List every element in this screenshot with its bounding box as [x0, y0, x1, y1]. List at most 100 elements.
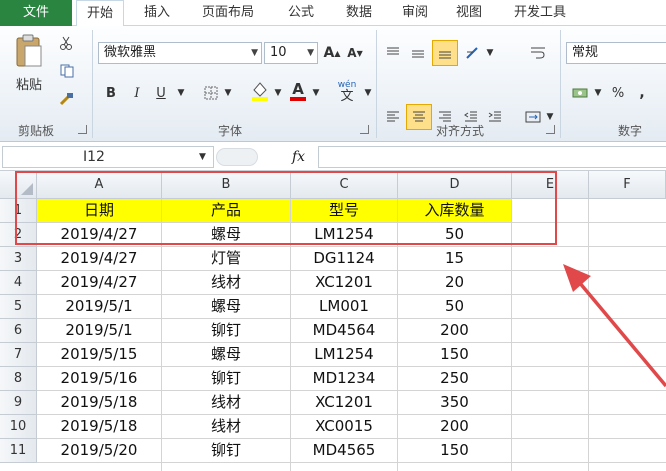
tab-data[interactable]: 数据 [334, 0, 384, 26]
tab-view[interactable]: 视图 [446, 0, 492, 26]
row-header-10[interactable]: 10 [0, 415, 37, 439]
quantity-cell[interactable]: 150 [398, 343, 511, 366]
tab-file[interactable]: 文件 [0, 0, 72, 26]
font-color-button[interactable]: A [288, 78, 308, 104]
quantity-cell[interactable]: 50 [398, 295, 511, 318]
formula-input[interactable] [318, 146, 666, 168]
quantity-cell[interactable]: 200 [398, 415, 511, 438]
date-cell[interactable]: 2019/5/15 [37, 343, 161, 366]
tab-insert[interactable]: 插入 [132, 0, 182, 26]
date-cell[interactable]: 2019/5/16 [37, 367, 161, 390]
paste-icon[interactable] [8, 32, 50, 72]
grow-font-button[interactable]: A ▲ [322, 42, 342, 64]
insert-function-button[interactable]: fx [292, 146, 316, 168]
cut-icon[interactable] [56, 34, 76, 52]
product-cell[interactable]: 灯管 [162, 247, 290, 270]
model-cell[interactable]: LM1254 [291, 343, 397, 366]
tab-page-layout[interactable]: 页面布局 [190, 0, 266, 26]
align-middle-icon[interactable] [407, 42, 429, 64]
row-header-7[interactable]: 7 [0, 343, 37, 367]
borders-icon[interactable] [200, 82, 222, 104]
align-bottom-icon[interactable] [432, 40, 458, 66]
model-cell[interactable]: XC1201 [291, 271, 397, 294]
chevron-down-icon[interactable]: ▼ [222, 82, 234, 104]
font-name-dropdown[interactable]: 微软雅黑 ▼ [98, 42, 262, 64]
product-cell[interactable]: 螺母 [162, 295, 290, 318]
model-cell[interactable]: LM001 [291, 295, 397, 318]
alignment-launcher-icon[interactable] [546, 125, 555, 134]
merge-center-icon[interactable] [522, 106, 544, 128]
row-header-8[interactable]: 8 [0, 367, 37, 391]
fill-color-icon[interactable] [248, 78, 272, 104]
quantity-cell[interactable]: 250 [398, 367, 511, 390]
quantity-cell[interactable]: 15 [398, 247, 511, 270]
annotation-highlight-box [15, 171, 557, 245]
model-cell[interactable]: MD1234 [291, 367, 397, 390]
shrink-font-button[interactable]: A ▼ [345, 42, 365, 64]
underline-button[interactable]: U [150, 82, 172, 104]
name-box[interactable]: I12 ▼ [2, 146, 214, 168]
font-launcher-icon[interactable] [360, 125, 369, 134]
row-gridline [37, 462, 666, 463]
model-cell[interactable]: XC0015 [291, 415, 397, 438]
model-cell[interactable]: XC1201 [291, 391, 397, 414]
model-cell[interactable]: MD4564 [291, 319, 397, 342]
row-header-5[interactable]: 5 [0, 295, 37, 319]
product-cell[interactable]: 螺母 [162, 343, 290, 366]
chevron-down-icon[interactable]: ▼ [592, 82, 604, 104]
model-cell[interactable]: DG1124 [291, 247, 397, 270]
product-cell[interactable]: 铆钉 [162, 367, 290, 390]
tab-developer[interactable]: 开发工具 [500, 0, 580, 26]
italic-button[interactable]: I [126, 82, 148, 104]
date-cell[interactable]: 2019/5/18 [37, 391, 161, 414]
wrap-text-icon[interactable] [526, 42, 550, 64]
chevron-down-icon[interactable]: ▼ [174, 82, 188, 104]
shrink-font-label: A [347, 46, 357, 60]
clipboard-launcher-icon[interactable] [78, 125, 87, 134]
product-cell[interactable]: 铆钉 [162, 319, 290, 342]
date-cell[interactable]: 2019/5/20 [37, 439, 161, 462]
quantity-cell[interactable]: 200 [398, 319, 511, 342]
percent-button[interactable]: % [608, 82, 628, 104]
row-header-3[interactable]: 3 [0, 247, 37, 271]
phonetic-button[interactable]: wén 文 [332, 76, 362, 106]
align-top-icon[interactable] [382, 42, 404, 64]
tab-review[interactable]: 审阅 [392, 0, 438, 26]
row-header-4[interactable]: 4 [0, 271, 37, 295]
comma-button[interactable]: , [632, 82, 652, 104]
product-cell[interactable]: 线材 [162, 415, 290, 438]
bold-button[interactable]: B [100, 82, 122, 104]
row-header-9[interactable]: 9 [0, 391, 37, 415]
product-cell[interactable]: 线材 [162, 391, 290, 414]
quantity-cell[interactable]: 20 [398, 271, 511, 294]
copy-icon[interactable] [56, 62, 80, 80]
font-color-label: A [292, 80, 304, 98]
product-cell[interactable]: 线材 [162, 271, 290, 294]
quantity-cell[interactable]: 150 [398, 439, 511, 462]
chevron-down-icon[interactable]: ▼ [199, 147, 206, 167]
product-cell[interactable]: 铆钉 [162, 439, 290, 462]
chevron-down-icon[interactable]: ▼ [484, 42, 496, 64]
row-header-11[interactable]: 11 [0, 439, 37, 463]
column-header-f[interactable]: F [589, 171, 666, 199]
font-size-dropdown[interactable]: 10 ▼ [264, 42, 318, 64]
date-cell[interactable]: 2019/5/18 [37, 415, 161, 438]
date-cell[interactable]: 2019/5/1 [37, 295, 161, 318]
tab-home[interactable]: 开始 [76, 0, 124, 27]
chevron-down-icon[interactable]: ▼ [272, 82, 284, 104]
paste-button[interactable]: 粘贴 [6, 72, 52, 94]
row-header-6[interactable]: 6 [0, 319, 37, 343]
chevron-down-icon[interactable]: ▼ [362, 82, 374, 104]
chevron-down-icon[interactable]: ▼ [310, 82, 322, 104]
date-cell[interactable]: 2019/4/27 [37, 247, 161, 270]
quantity-cell[interactable]: 350 [398, 391, 511, 414]
date-cell[interactable]: 2019/4/27 [37, 271, 161, 294]
model-cell[interactable]: MD4565 [291, 439, 397, 462]
grow-font-label: A [323, 45, 335, 61]
currency-icon[interactable] [568, 82, 592, 104]
number-format-dropdown[interactable]: 常规 [566, 42, 666, 64]
tab-formulas[interactable]: 公式 [276, 0, 326, 26]
orientation-icon[interactable] [462, 42, 484, 64]
format-painter-icon[interactable] [56, 90, 78, 108]
date-cell[interactable]: 2019/5/1 [37, 319, 161, 342]
